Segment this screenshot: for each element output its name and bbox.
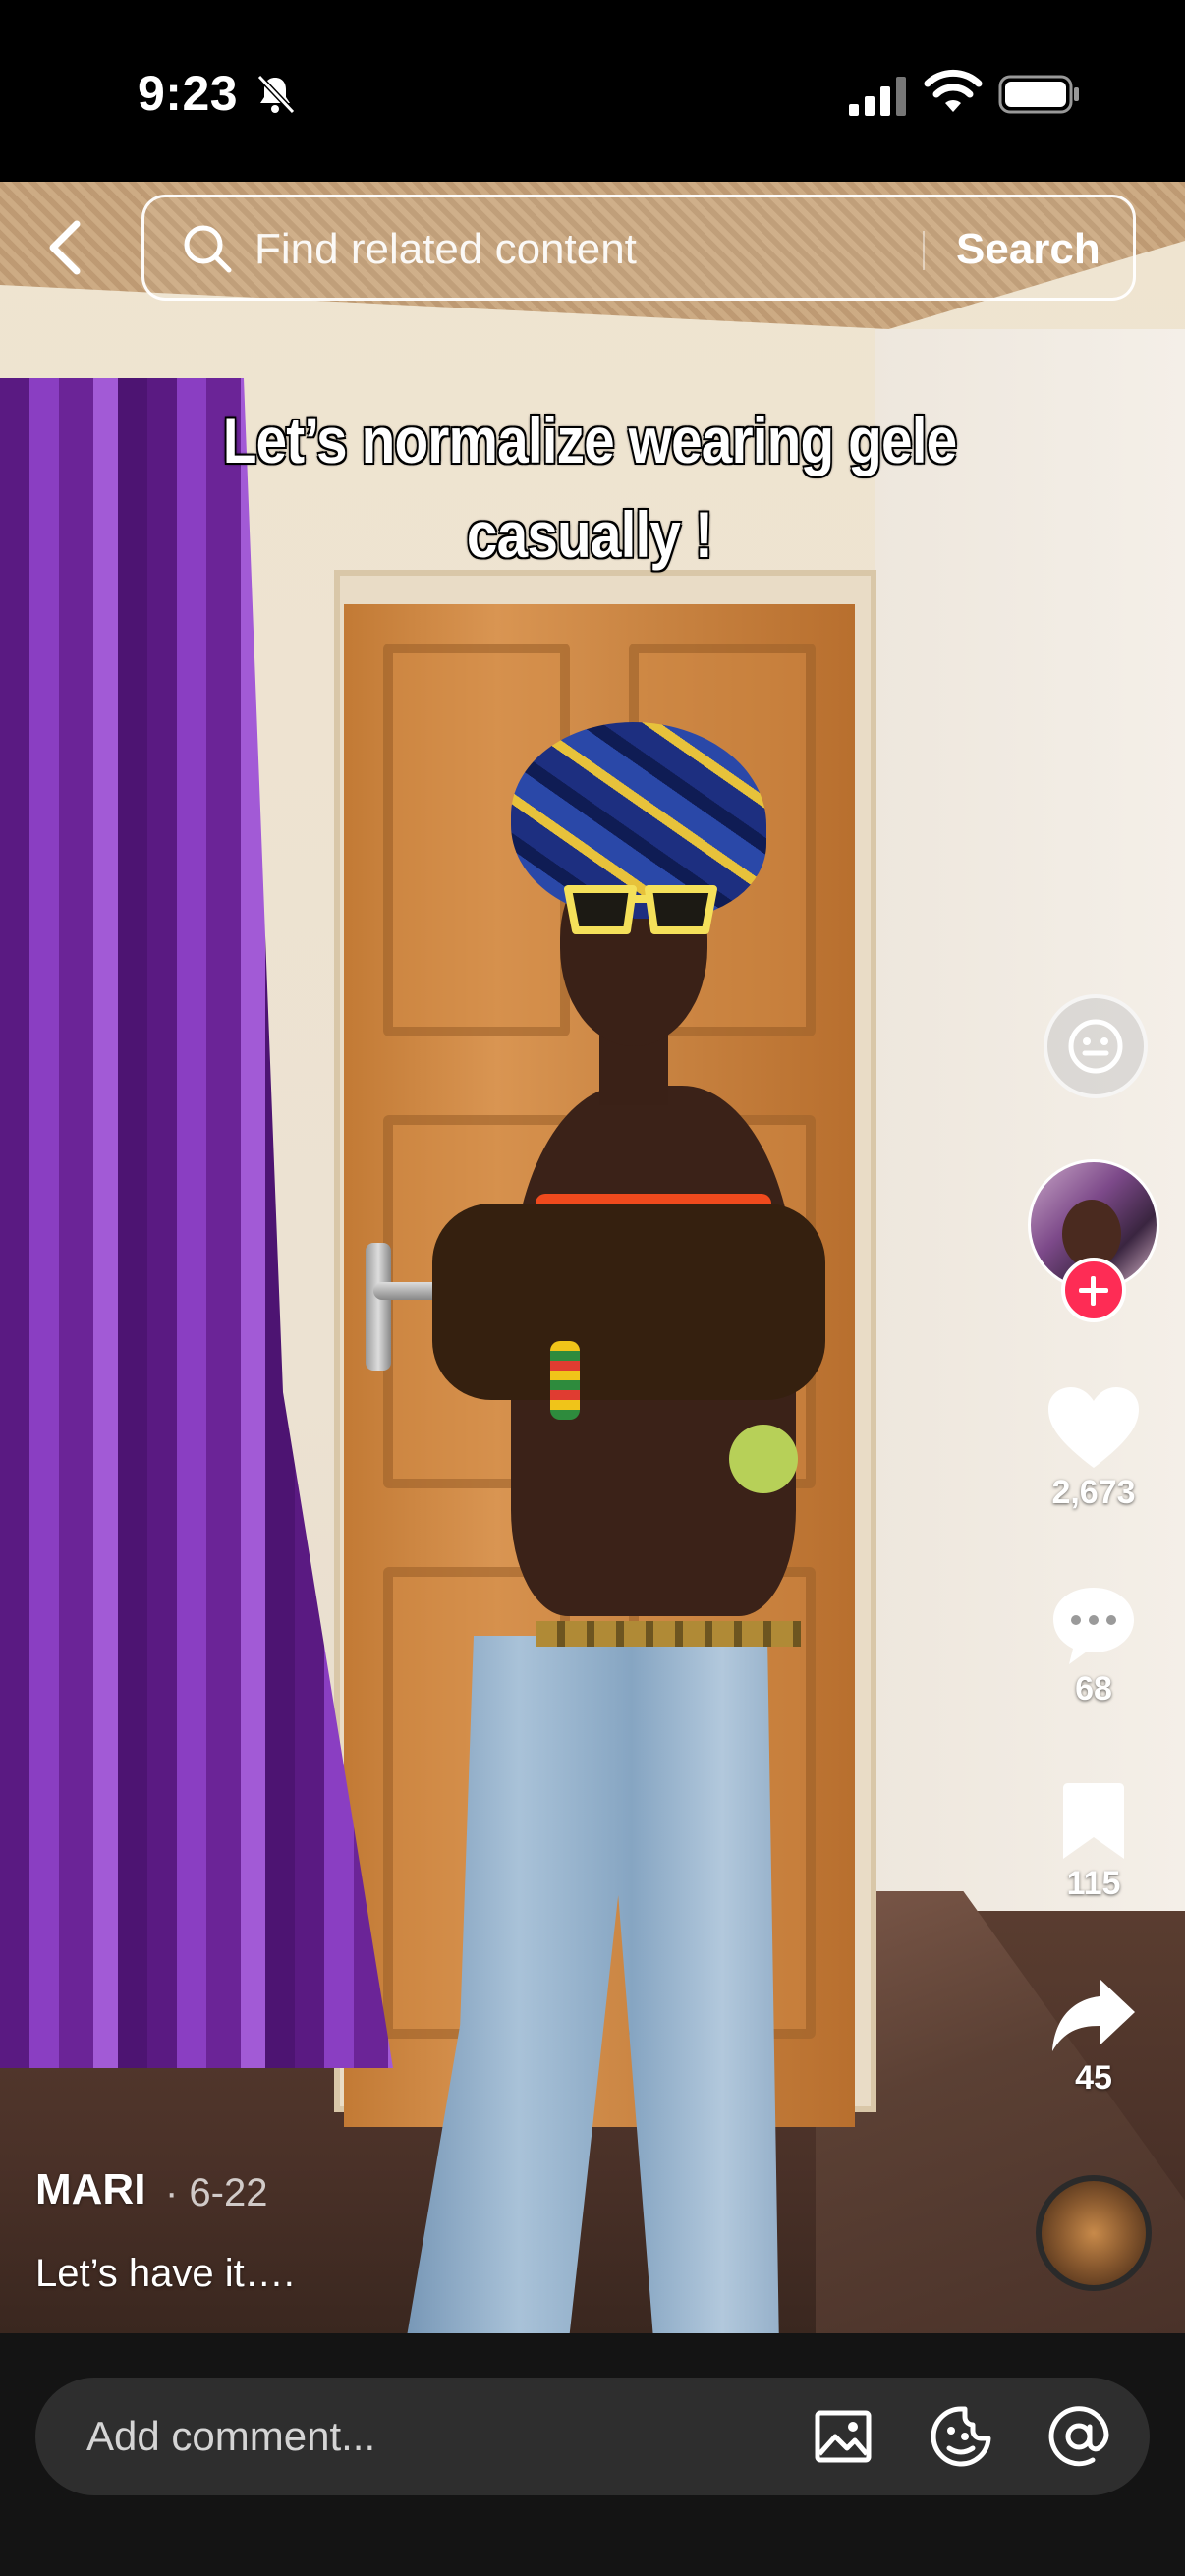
like-button[interactable]: 2,673 xyxy=(1028,1385,1159,1512)
post-description[interactable]: Let’s have it…. xyxy=(35,2252,295,2296)
comment-count: 68 xyxy=(1075,1670,1112,1708)
save-count: 115 xyxy=(1066,1865,1121,1902)
signal-icon xyxy=(849,77,906,116)
sunglasses xyxy=(564,885,717,934)
share-count: 45 xyxy=(1075,2059,1112,2097)
save-button[interactable]: 115 xyxy=(1028,1782,1159,1903)
bell-slash-icon xyxy=(256,74,296,115)
bookmark-icon xyxy=(1063,1783,1124,1859)
heart-icon xyxy=(1048,1387,1139,1468)
share-icon xyxy=(1052,1979,1135,2051)
comment-bar: Add comment... xyxy=(0,2333,1185,2576)
author-name[interactable]: MARI xyxy=(35,2165,145,2214)
jeans xyxy=(383,1636,781,2333)
bracelets xyxy=(550,1341,580,1420)
search-button[interactable]: Search xyxy=(956,225,1100,274)
search-input[interactable]: Find related content xyxy=(254,225,637,274)
comment-input[interactable]: Add comment... xyxy=(35,2378,1150,2495)
comment-icon xyxy=(1053,1588,1134,1664)
chain-belt xyxy=(536,1621,801,1647)
like-count: 2,673 xyxy=(1051,1474,1136,1511)
share-button[interactable]: 45 xyxy=(1028,1977,1159,2098)
green-bag xyxy=(729,1425,798,1493)
image-icon[interactable] xyxy=(812,2405,875,2468)
post-date: · 6-22 xyxy=(165,2171,268,2214)
mention-icon[interactable] xyxy=(1047,2405,1110,2468)
search-icon xyxy=(184,225,232,273)
crossed-arms xyxy=(432,1204,825,1400)
face-effect-button[interactable] xyxy=(1044,994,1148,1098)
search-divider xyxy=(923,231,925,270)
follow-button[interactable] xyxy=(1061,1258,1126,1322)
back-icon[interactable] xyxy=(43,218,86,277)
status-bar: 9:23 xyxy=(0,0,1185,182)
status-time: 9:23 xyxy=(138,66,239,121)
face-icon xyxy=(1068,1019,1123,1074)
comment-button[interactable]: 68 xyxy=(1028,1584,1159,1708)
search-bar[interactable]: Find related content Search xyxy=(141,195,1136,301)
comment-placeholder: Add comment... xyxy=(86,2413,376,2459)
wifi-icon xyxy=(924,69,983,112)
battery-icon xyxy=(998,75,1079,114)
music-disc[interactable] xyxy=(1036,2175,1152,2291)
video-text-overlay: Let’s normalize wearing gele casually ! xyxy=(222,404,957,571)
emoji-icon[interactable] xyxy=(930,2405,992,2468)
